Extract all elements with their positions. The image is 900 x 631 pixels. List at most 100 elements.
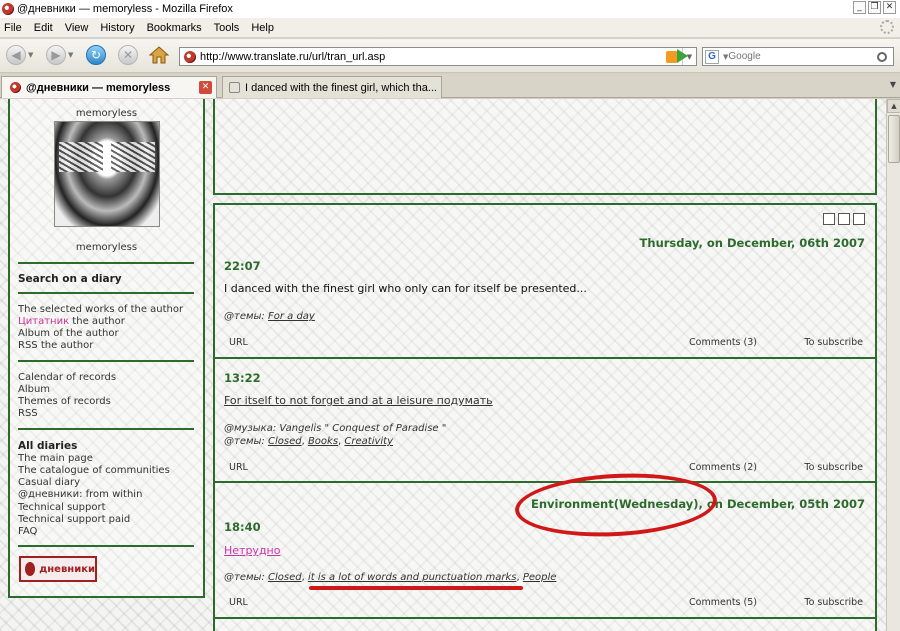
menu-help[interactable]: Help (251, 22, 274, 34)
support-link[interactable]: Technical support (18, 502, 106, 514)
edit-icon[interactable] (838, 213, 850, 225)
tab-close-icon[interactable]: ✕ (199, 81, 212, 94)
delete-icon[interactable] (853, 213, 865, 225)
tab-label: @дневники — memoryless (26, 81, 171, 94)
quote-icon[interactable] (823, 213, 835, 225)
window-titlebar: @дневники — memoryless - Mozilla Firefox… (0, 0, 900, 18)
comments-link[interactable]: Comments (5) (689, 597, 757, 608)
go-button[interactable] (677, 49, 688, 63)
post-title-link[interactable]: Нетрудно (224, 544, 280, 557)
diaries-banner[interactable]: дневники (19, 556, 97, 582)
post-title-link[interactable]: For itself to not forget and at a leisur… (224, 394, 493, 407)
search-bar[interactable]: G ▼ (702, 47, 894, 66)
url-link[interactable]: URL (229, 337, 248, 348)
casual-diary-link[interactable]: Casual diary (18, 477, 80, 489)
forward-button[interactable]: ▶ ▼ (46, 44, 73, 66)
search-input[interactable] (728, 51, 877, 62)
themes-link[interactable]: Themes of records (18, 396, 111, 408)
address-bar[interactable]: ▼ (179, 47, 697, 66)
stop-icon: ✕ (118, 45, 138, 65)
theme-link[interactable]: People (523, 572, 557, 583)
google-engine-icon[interactable]: G (705, 49, 719, 64)
reload-icon: ↻ (86, 45, 106, 65)
tab-list-dropdown[interactable]: ▼ (890, 80, 896, 89)
paid-support-link[interactable]: Technical support paid (18, 514, 130, 526)
window-title: @дневники — memoryless - Mozilla Firefox (17, 3, 233, 15)
album-link[interactable]: Album (18, 384, 50, 396)
theme-link[interactable]: Books (308, 436, 338, 447)
username-top: memoryless (75, 108, 138, 119)
rss-link[interactable]: RSS (18, 408, 38, 420)
posts-panel: Thursday, on December, 06th 2007 22:07 I… (213, 203, 877, 631)
post-themes: @темы: Closed, Books, Creativity (224, 436, 394, 447)
scroll-thumb[interactable] (888, 115, 900, 163)
communities-link[interactable]: The catalogue of communities (18, 465, 170, 477)
home-icon (148, 46, 170, 64)
search-icon[interactable] (877, 51, 887, 62)
tab-bar: @дневники — memoryless ✕ I danced with t… (0, 74, 900, 98)
main-page-link[interactable]: The main page (18, 453, 93, 465)
scroll-up-button[interactable]: ▲ (887, 99, 900, 113)
faq-link[interactable]: FAQ (18, 526, 37, 538)
theme-link[interactable]: Closed (268, 436, 302, 447)
menu-edit[interactable]: Edit (34, 22, 53, 34)
theme-link[interactable]: Closed (268, 572, 302, 583)
subscribe-link[interactable]: To subscribe (804, 337, 863, 348)
restore-button[interactable]: ❐ (868, 1, 881, 14)
post-themes: @темы: For a day (224, 311, 315, 322)
selected-works-link[interactable]: The selected works of the author (18, 304, 183, 316)
tab-memoryless[interactable]: @дневники — memoryless ✕ (1, 76, 217, 98)
forward-arrow-icon: ▶ (46, 45, 66, 65)
menu-view[interactable]: View (65, 22, 89, 34)
citations-link[interactable]: Цитатник the author (18, 316, 125, 328)
stop-button[interactable]: ✕ (118, 44, 138, 66)
avatar[interactable] (54, 121, 160, 227)
page-content: memoryless memoryless Search on a diary … (0, 99, 886, 631)
search-diary-link[interactable]: Search on a diary (18, 273, 122, 285)
home-button[interactable] (148, 44, 170, 66)
url-input[interactable] (200, 50, 666, 63)
comments-link[interactable]: Comments (3) (689, 337, 757, 348)
minimize-button[interactable]: _ (853, 1, 866, 14)
calendar-link[interactable]: Calendar of records (18, 372, 116, 384)
all-diaries-heading: All diaries (18, 440, 78, 452)
close-window-button[interactable]: ✕ (883, 1, 896, 14)
author-rss-link[interactable]: RSS the author (18, 340, 93, 352)
theme-link[interactable]: For a day (268, 311, 315, 322)
menu-history[interactable]: History (100, 22, 134, 34)
menu-tools[interactable]: Tools (214, 22, 240, 34)
post-text: I danced with the finest girl who only c… (224, 282, 587, 295)
username-bottom: memoryless (75, 242, 138, 253)
url-link[interactable]: URL (229, 597, 248, 608)
back-arrow-icon: ◀ (6, 45, 26, 65)
theme-link[interactable]: it is a lot of words and punctuation mar… (308, 572, 517, 583)
menu-bar: File Edit View History Bookmarks Tools H… (0, 18, 900, 38)
post-time: 13:22 (224, 371, 261, 385)
menu-file[interactable]: File (4, 22, 22, 34)
post-tools (823, 213, 865, 225)
tab-label: I danced with the finest girl, which tha… (245, 81, 437, 94)
menu-bookmarks[interactable]: Bookmarks (147, 22, 202, 34)
back-button[interactable]: ◀ ▼ (6, 44, 33, 66)
from-within-link[interactable]: @дневники: from within (18, 489, 142, 501)
subscribe-link[interactable]: To subscribe (804, 462, 863, 473)
header-panel (213, 99, 877, 195)
reload-button[interactable]: ↻ (86, 44, 106, 66)
theme-link[interactable]: Creativity (344, 436, 393, 447)
comments-link[interactable]: Comments (2) (689, 462, 757, 473)
subscribe-link[interactable]: To subscribe (804, 597, 863, 608)
post-time: 18:40 (224, 520, 261, 534)
vertical-scrollbar[interactable]: ▲ (886, 99, 900, 631)
date-header: Thursday, on December, 06th 2007 (639, 236, 865, 250)
diary-sidebar: memoryless memoryless Search on a diary … (8, 99, 205, 598)
firefox-icon (2, 3, 14, 15)
post-time: 22:07 (224, 259, 261, 273)
throbber-icon (880, 20, 894, 34)
post-themes: @темы: Closed, it is a lot of words and … (224, 572, 557, 583)
author-album-link[interactable]: Album of the author (18, 328, 119, 340)
url-link[interactable]: URL (229, 462, 248, 473)
navigation-toolbar: ◀▼ ▶▼ ↻ ✕ ▼ G ▼ (0, 39, 900, 73)
tab-favicon (10, 82, 21, 93)
tab-danced[interactable]: I danced with the finest girl, which tha… (222, 76, 442, 98)
annotation-underline (309, 586, 523, 590)
